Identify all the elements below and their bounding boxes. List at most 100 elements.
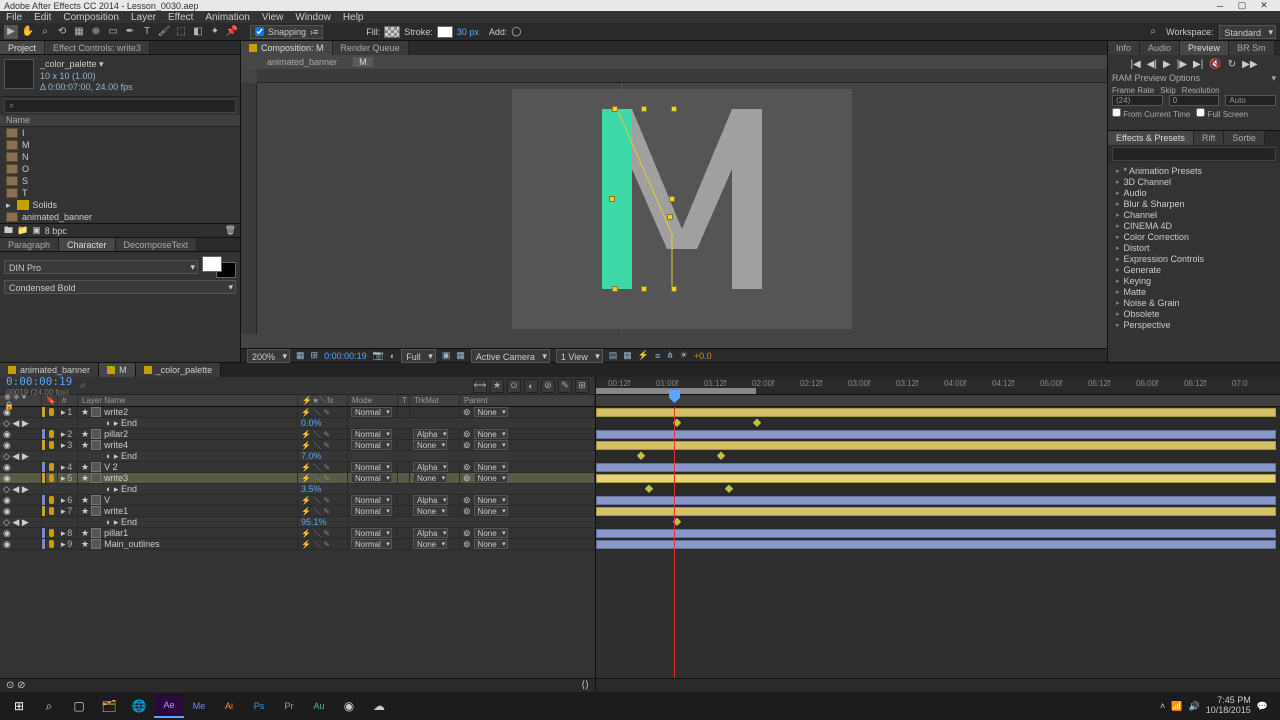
layer-bar[interactable] <box>596 441 1276 450</box>
from-current-checkbox[interactable]: From Current Time <box>1112 108 1190 119</box>
stroke-swatch[interactable] <box>437 26 453 38</box>
effect-category[interactable]: Noise & Grain <box>1108 297 1280 308</box>
rift-tab[interactable]: Rift <box>1194 131 1225 145</box>
toggle-switches-button[interactable]: ⊙ ⊘ <box>6 680 26 691</box>
minimize-button[interactable]: ─ <box>1214 1 1226 11</box>
effect-category[interactable]: CINEMA 4D <box>1108 220 1280 231</box>
viewer-timecode[interactable]: 0:00:00:19 <box>324 351 367 361</box>
tl-btn-7[interactable]: ⊞ <box>575 379 589 393</box>
res-toggle-icon[interactable]: ▦ <box>296 350 305 361</box>
task-view-button[interactable]: ▢ <box>64 694 94 718</box>
start-button[interactable]: ⊞ <box>4 694 34 718</box>
tl-btn-6[interactable]: ✎ <box>558 379 572 393</box>
close-button[interactable]: ✕ <box>1258 1 1270 11</box>
system-clock[interactable]: 7:45 PM 10/18/2015 <box>1206 696 1251 716</box>
camera-dropdown[interactable]: Active Camera <box>471 349 550 363</box>
menu-effect[interactable]: Effect <box>168 12 193 23</box>
paragraph-tab[interactable]: Paragraph <box>0 238 59 251</box>
timeline-tab-1[interactable]: M <box>99 363 136 377</box>
new-folder-button[interactable]: 📁 <box>17 225 28 236</box>
preview-tab[interactable]: Preview <box>1180 41 1229 55</box>
explorer-icon[interactable]: 🗂 <box>94 694 124 718</box>
pan-behind-tool[interactable]: ⊕ <box>89 25 103 39</box>
flowchart-icon[interactable]: ⋔ <box>666 350 674 361</box>
tl-btn-4[interactable]: ◐ <box>524 379 538 393</box>
search-button[interactable]: ⌕ <box>34 694 64 718</box>
layer-property-row[interactable]: ◇ ◀ ▶◐ ▸ End95.1% <box>0 517 595 528</box>
menu-edit[interactable]: Edit <box>34 12 51 23</box>
preview-res-field[interactable]: Auto <box>1225 95 1276 106</box>
me-icon[interactable]: Me <box>184 694 214 718</box>
project-item[interactable]: O <box>0 163 240 175</box>
timeline-tab-2[interactable]: _color_palette <box>136 363 222 377</box>
menu-animation[interactable]: Animation <box>205 12 249 23</box>
fill-color-swatch[interactable] <box>202 256 222 272</box>
layer-bar[interactable] <box>596 408 1276 417</box>
layer-row[interactable]: ◉▸ 3★write4⚡ ＼ ✎NormalNone⊚None <box>0 440 595 451</box>
layer-bar[interactable] <box>596 474 1276 483</box>
selection-tool[interactable]: ▶ <box>4 25 18 39</box>
effect-category[interactable]: Keying <box>1108 275 1280 286</box>
menu-help[interactable]: Help <box>343 12 364 23</box>
layer-bar[interactable] <box>596 430 1276 439</box>
zoom-dropdown[interactable]: 200% <box>247 349 290 363</box>
puppet-tool[interactable]: 📌 <box>225 25 239 39</box>
keyframe[interactable] <box>725 484 733 492</box>
menu-view[interactable]: View <box>262 12 284 23</box>
ps-icon[interactable]: Ps <box>244 694 274 718</box>
snapshot-icon[interactable]: 📷 <box>373 350 384 361</box>
effect-category[interactable]: Obsolete <box>1108 308 1280 319</box>
effect-category[interactable]: 3D Channel <box>1108 176 1280 187</box>
composition-viewer[interactable] <box>241 69 1107 348</box>
camera-tool[interactable]: ▦ <box>72 25 86 39</box>
fill-swatch[interactable] <box>384 26 400 38</box>
effect-category[interactable]: Distort <box>1108 242 1280 253</box>
grid-toggle-icon[interactable]: ⊞ <box>311 350 319 361</box>
project-item[interactable]: S <box>0 175 240 187</box>
effect-category[interactable]: Color Correction <box>1108 231 1280 242</box>
resolution-dropdown[interactable]: Full <box>401 349 436 363</box>
clone-tool[interactable]: ⬚ <box>174 25 188 39</box>
rotation-tool[interactable]: ⟲ <box>55 25 69 39</box>
workspace-dropdown[interactable]: Standard <box>1219 25 1276 39</box>
snapping-checkbox[interactable] <box>255 27 264 36</box>
project-item[interactable]: N <box>0 151 240 163</box>
full-screen-checkbox[interactable]: Full Screen <box>1196 108 1248 119</box>
layer-row[interactable]: ◉▸ 2★pillar2⚡ ＼ ✎NormalAlpha⊚None <box>0 429 595 440</box>
menu-composition[interactable]: Composition <box>63 12 119 23</box>
chrome-icon[interactable]: 🌐 <box>124 694 154 718</box>
prev-frame-button[interactable]: ◀| <box>1147 59 1157 70</box>
effects-presets-tab[interactable]: Effects & Presets <box>1108 131 1194 145</box>
effect-category[interactable]: Blur & Sharpen <box>1108 198 1280 209</box>
frame-blend-button[interactable]: ⟨⟩ <box>581 680 589 691</box>
eraser-tool[interactable]: ◧ <box>191 25 205 39</box>
anchor-point[interactable] <box>609 196 615 202</box>
next-frame-button[interactable]: |▶ <box>1177 59 1187 70</box>
project-tab[interactable]: Project <box>0 41 45 54</box>
layer-bar[interactable] <box>596 540 1276 549</box>
timeline-tracks[interactable] <box>596 407 1280 678</box>
layer-row[interactable]: ◉▸ 4★V 2⚡ ＼ ✎NormalAlpha⊚None <box>0 462 595 473</box>
menu-layer[interactable]: Layer <box>131 12 156 23</box>
first-frame-button[interactable]: |◀ <box>1130 59 1140 70</box>
bpc-button[interactable]: 8 bpc <box>45 226 67 236</box>
layer-bar[interactable] <box>596 529 1276 538</box>
brsm-tab[interactable]: BR Sm <box>1229 41 1275 55</box>
au-icon[interactable]: Au <box>304 694 334 718</box>
project-item[interactable]: I <box>0 127 240 139</box>
interpret-button[interactable]: 🖿 <box>4 223 13 239</box>
app-icon[interactable]: ☁ <box>364 694 394 718</box>
anchor-point[interactable] <box>641 286 647 292</box>
anchor-point[interactable] <box>671 286 677 292</box>
keyframe[interactable] <box>637 451 645 459</box>
hand-tool[interactable]: ✋ <box>21 25 35 39</box>
comp-crumb-1[interactable]: M <box>353 57 373 67</box>
project-item[interactable]: ▸Solids <box>0 199 240 211</box>
type-tool[interactable]: T <box>140 25 154 39</box>
keyframe[interactable] <box>645 484 653 492</box>
project-item-name[interactable]: _color_palette ▾ <box>40 59 133 71</box>
network-icon[interactable]: 📶 <box>1171 701 1182 712</box>
tl-btn-1[interactable]: ⟷ <box>473 379 487 393</box>
layer-property-row[interactable]: ◇ ◀ ▶◐ ▸ End7.0% <box>0 451 595 462</box>
character-tab[interactable]: Character <box>59 238 116 251</box>
